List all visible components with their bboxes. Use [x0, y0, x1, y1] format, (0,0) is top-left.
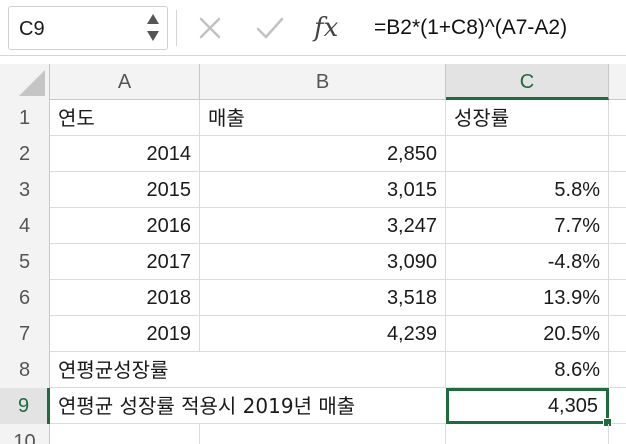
formula-bar-divider — [176, 10, 177, 46]
column-header-b[interactable]: B — [200, 64, 446, 100]
cell-a7[interactable]: 2019 — [50, 316, 200, 352]
formula-input[interactable]: =B2*(1+C8)^(A7-A2) — [374, 10, 567, 46]
cell-b9[interactable] — [200, 388, 446, 424]
table-row: 4 2016 3,247 7.7% — [0, 208, 626, 244]
table-row: 5 2017 3,090 -4.8% — [0, 244, 626, 280]
name-box-stepper[interactable] — [145, 11, 161, 45]
select-all-corner[interactable] — [0, 64, 50, 100]
row-header[interactable]: 7 — [0, 316, 50, 352]
name-box-value: C9 — [19, 18, 45, 40]
cell-a1[interactable]: 연도 — [50, 100, 200, 136]
row-header[interactable]: 6 — [0, 280, 50, 316]
cell-a5[interactable]: 2017 — [50, 244, 200, 280]
row-header[interactable]: 1 — [0, 100, 50, 136]
row-header[interactable]: 3 — [0, 172, 50, 208]
cell-b1[interactable]: 매출 — [200, 100, 446, 136]
cell-c7[interactable]: 20.5% — [446, 316, 609, 352]
cell-c10[interactable] — [446, 424, 609, 444]
cell-c1[interactable]: 성장률 — [446, 100, 609, 136]
formula-bar: C9 fx =B2*(1+C8)^(A7-A2) — [0, 0, 626, 56]
table-row: 10 — [0, 424, 626, 444]
table-row: 1 연도 매출 성장률 — [0, 100, 626, 136]
name-box[interactable]: C9 — [8, 6, 168, 50]
select-all-icon[interactable] — [19, 70, 45, 96]
cell-c6[interactable]: 13.9% — [446, 280, 609, 316]
cell-b8[interactable] — [200, 352, 446, 388]
cell-a8[interactable]: 연평균성장률 — [50, 352, 200, 388]
table-row: 3 2015 3,015 5.8% — [0, 172, 626, 208]
cell-b10[interactable] — [200, 424, 446, 444]
cell-b4[interactable]: 3,247 — [200, 208, 446, 244]
cell-c8[interactable]: 8.6% — [446, 352, 609, 388]
cell-b5[interactable]: 3,090 — [200, 244, 446, 280]
cell-c3[interactable]: 5.8% — [446, 172, 609, 208]
cell-c4[interactable]: 7.7% — [446, 208, 609, 244]
column-header-row: A B C — [0, 64, 626, 100]
column-header-a[interactable]: A — [50, 64, 200, 100]
cell-b2[interactable]: 2,850 — [200, 136, 446, 172]
cell-b6[interactable]: 3,518 — [200, 280, 446, 316]
cell-a2[interactable]: 2014 — [50, 136, 200, 172]
cell-c5[interactable]: -4.8% — [446, 244, 609, 280]
cell-a4[interactable]: 2016 — [50, 208, 200, 244]
checkmark-icon[interactable] — [254, 14, 286, 42]
table-row: 2 2014 2,850 — [0, 136, 626, 172]
row-header[interactable]: 9 — [0, 388, 50, 424]
row-header[interactable]: 10 — [0, 424, 50, 444]
table-row: 6 2018 3,518 13.9% — [0, 280, 626, 316]
cell-b7[interactable]: 4,239 — [200, 316, 446, 352]
table-row: 9 연평균 성장률 적용시 2019년 매출 4,305 — [0, 388, 626, 427]
column-header-c[interactable]: C — [446, 64, 609, 100]
cell-b3[interactable]: 3,015 — [200, 172, 446, 208]
row-header[interactable]: 2 — [0, 136, 50, 172]
table-row: 8 연평균성장률 8.6% — [0, 352, 626, 388]
function-icon[interactable]: fx — [314, 8, 354, 48]
cell-c9-selected[interactable]: 4,305 — [446, 388, 612, 427]
cell-a9[interactable]: 연평균 성장률 적용시 2019년 매출 — [50, 388, 355, 424]
row-header[interactable]: 8 — [0, 352, 50, 388]
cell-a10[interactable] — [50, 424, 200, 444]
chevron-down-icon[interactable] — [147, 31, 159, 41]
cell-c9-value: 4,305 — [547, 395, 598, 417]
cell-a3[interactable]: 2015 — [50, 172, 200, 208]
table-row: 7 2019 4,239 20.5% — [0, 316, 626, 352]
spreadsheet-grid: A B C 1 연도 매출 성장률 2 2014 2,850 3 2015 3,… — [0, 64, 626, 444]
cell-a6[interactable]: 2018 — [50, 280, 200, 316]
cell-c2[interactable] — [446, 136, 609, 172]
row-header[interactable]: 5 — [0, 244, 50, 280]
chevron-up-icon[interactable] — [147, 14, 159, 24]
cancel-icon[interactable] — [196, 14, 224, 42]
row-header[interactable]: 4 — [0, 208, 50, 244]
